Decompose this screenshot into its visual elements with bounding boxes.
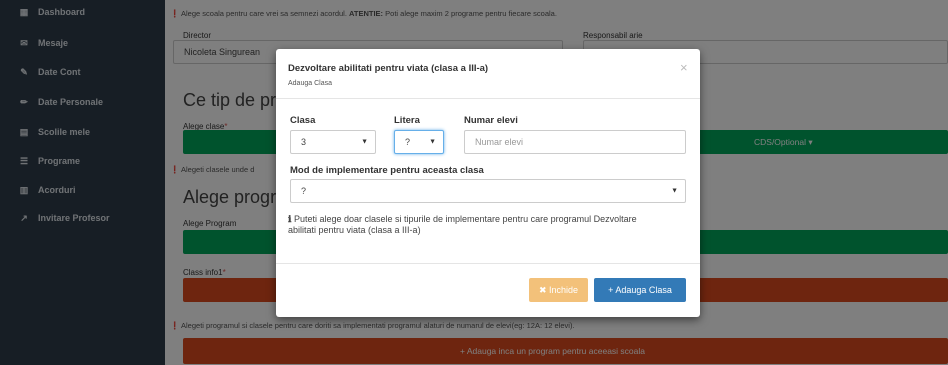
mod-implementare-label: Mod de implementare pentru aceasta clasa <box>290 165 484 176</box>
modal-header: Dezvoltare abilitati pentru viata (clasa… <box>276 49 700 99</box>
info-icon: ℹ <box>288 214 292 224</box>
chevron-down-icon: ▼ <box>429 138 436 146</box>
chevron-down-icon: ▼ <box>361 138 368 146</box>
numar-elevi-placeholder: Numar elevi <box>475 137 524 147</box>
close-icon[interactable]: × <box>680 60 688 75</box>
modal-subtitle: Adauga Clasa <box>288 80 332 87</box>
inchide-button[interactable]: ✖ Inchide <box>529 278 588 302</box>
clasa-value: 3 <box>301 137 307 147</box>
modal-info-text: Puteti alege doar clasele si tipurile de… <box>288 214 637 235</box>
mod-implementare-select[interactable]: ? ▼ <box>290 179 686 203</box>
modal-title: Dezvoltare abilitati pentru viata (clasa… <box>288 63 489 74</box>
litera-select[interactable]: ? ▼ <box>394 130 444 154</box>
adauga-clasa-button[interactable]: + Adauga Clasa <box>594 278 686 302</box>
modal-info: ℹ Puteti alege doar clasele si tipurile … <box>288 214 658 236</box>
mod-implementare-value: ? <box>301 186 307 196</box>
chevron-down-icon: ▼ <box>671 187 678 195</box>
add-class-modal: Dezvoltare abilitati pentru viata (clasa… <box>276 49 700 317</box>
numar-elevi-label: Numar elevi <box>464 115 518 126</box>
litera-value: ? <box>405 137 411 147</box>
clasa-select[interactable]: 3 ▼ <box>290 130 376 154</box>
modal-footer-divider <box>276 263 700 264</box>
numar-elevi-input[interactable]: Numar elevi <box>464 130 686 154</box>
clasa-label: Clasa <box>290 115 316 126</box>
litera-label: Litera <box>394 115 420 126</box>
